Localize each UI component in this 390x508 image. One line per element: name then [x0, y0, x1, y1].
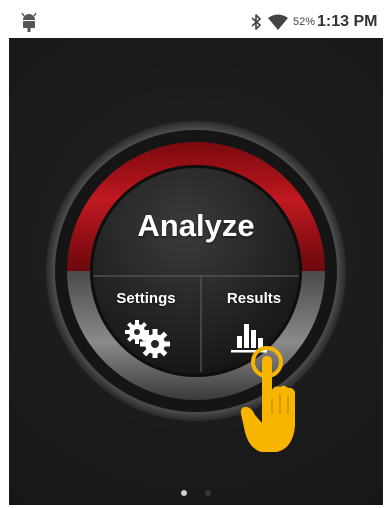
clock-time: 1:13 PM [317, 13, 378, 30]
wifi-icon [268, 14, 288, 30]
page-indicator [9, 484, 383, 496]
status-bar: 52% 1:13 PM [9, 5, 383, 38]
results-button[interactable] [201, 278, 313, 390]
android-icon [21, 12, 37, 32]
bluetooth-icon [251, 14, 261, 30]
page-dot-1[interactable] [181, 489, 187, 496]
analyze-button[interactable] [93, 178, 299, 276]
page-dot-2[interactable] [205, 489, 211, 496]
main-area: Analyze Settings Results [9, 38, 383, 505]
device-screen: 52% 1:13 PM Analyze Settings Results [9, 5, 383, 505]
battery-percent: 52% [293, 16, 316, 28]
settings-button[interactable] [89, 278, 201, 390]
